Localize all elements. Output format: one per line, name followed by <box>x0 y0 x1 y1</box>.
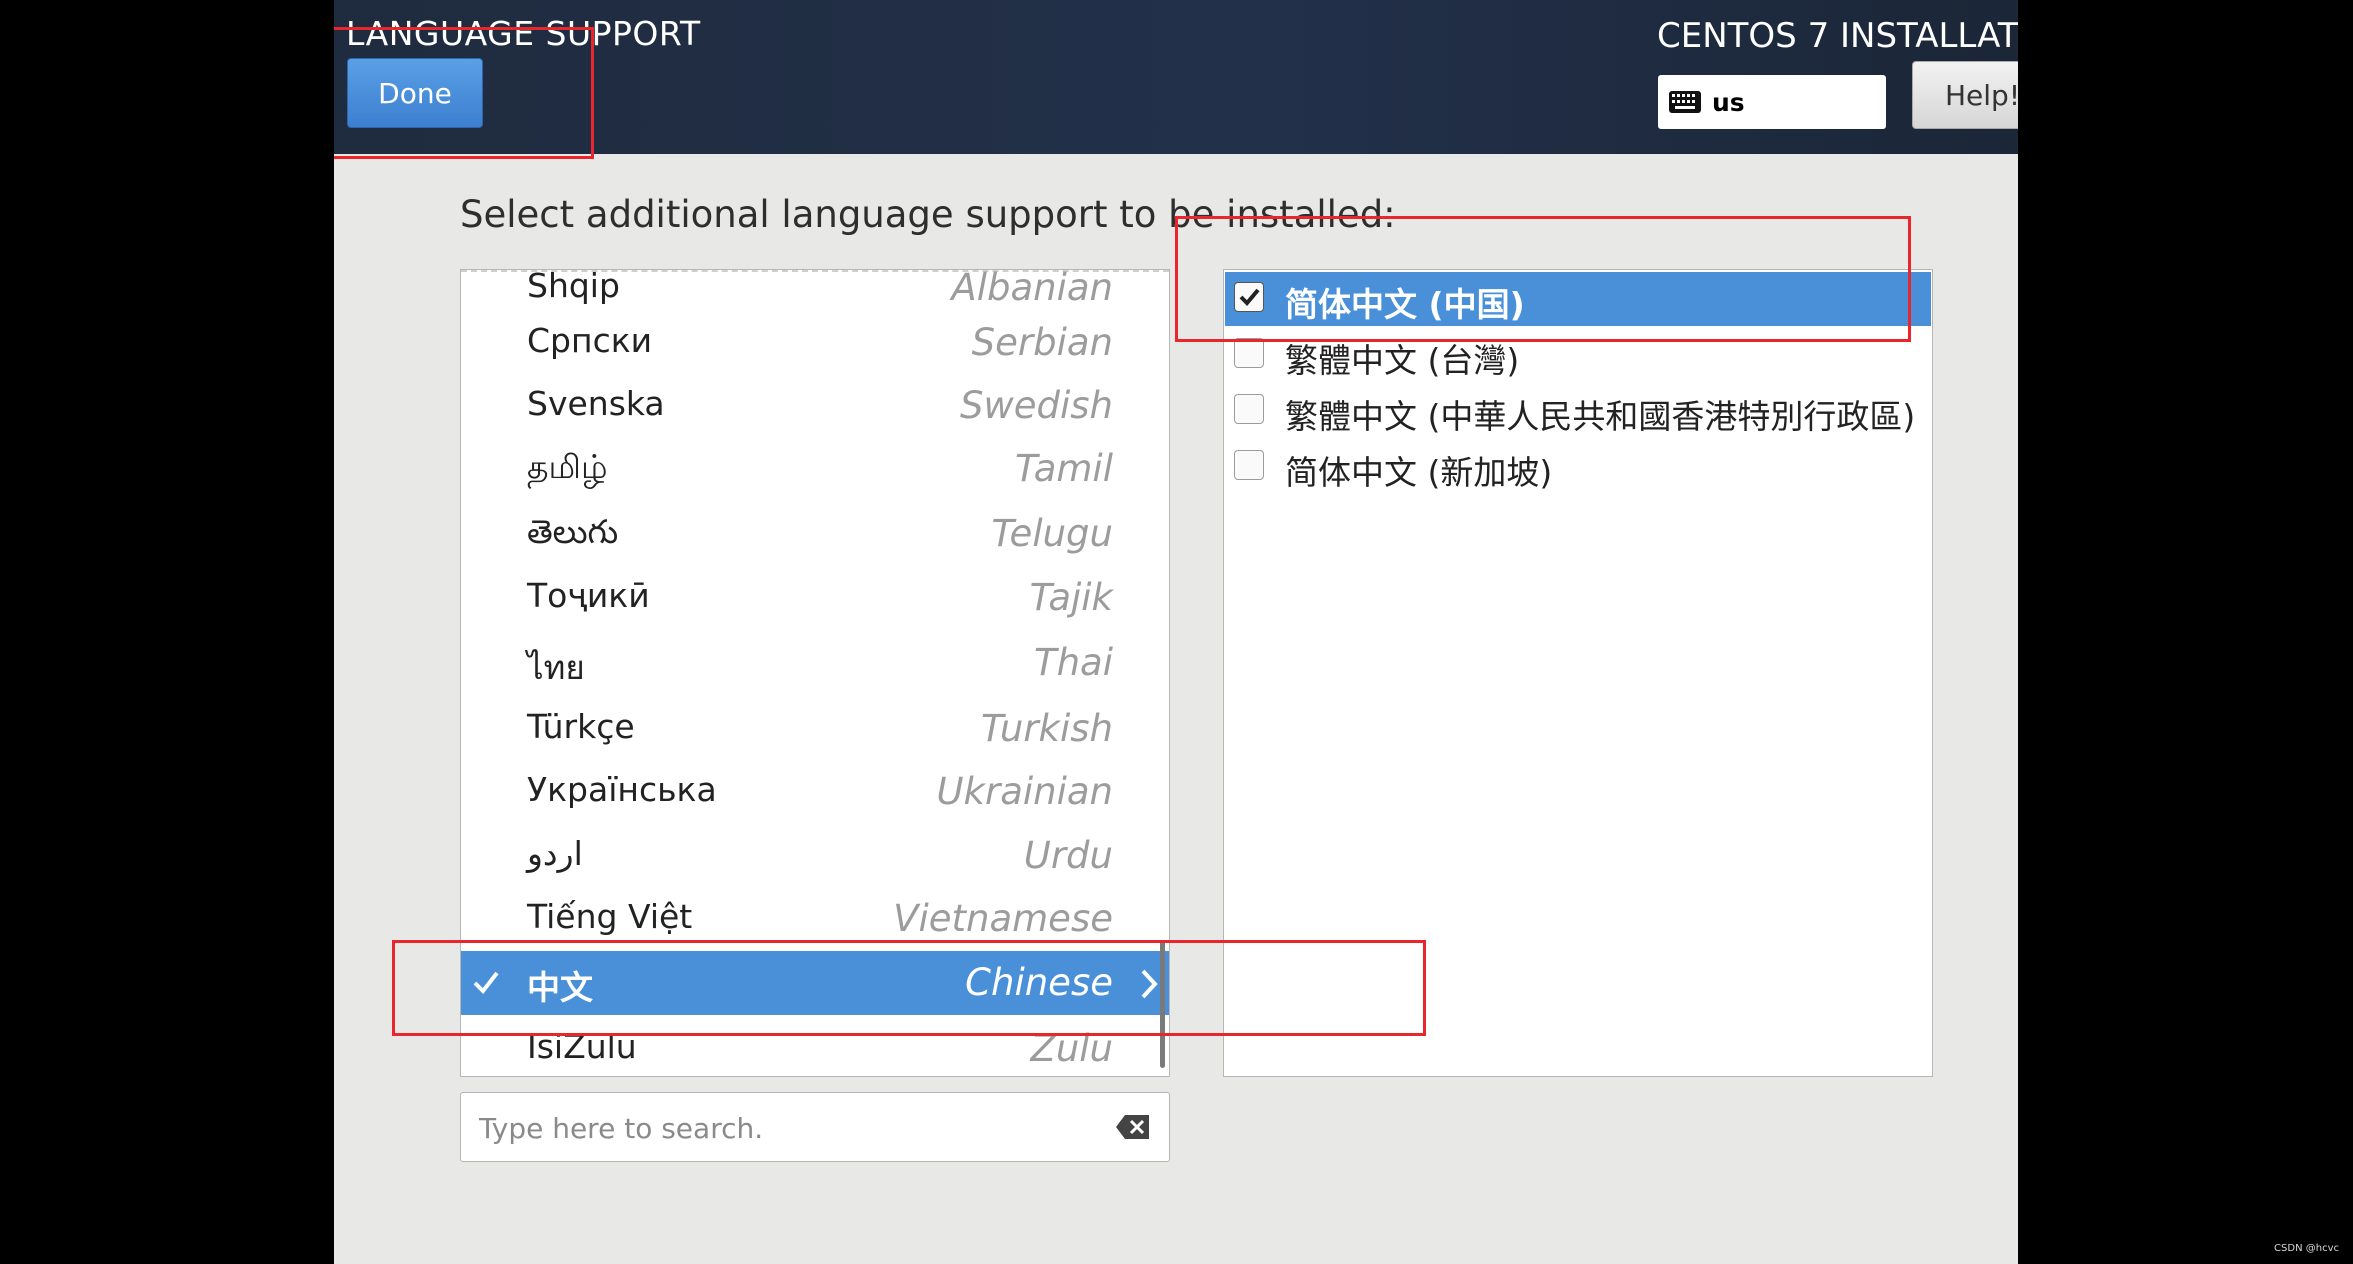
watermark: CSDN @hcvc <box>2274 1243 2339 1254</box>
language-english-name: Tajik <box>1029 576 1113 619</box>
language-english-name: Swedish <box>959 384 1113 427</box>
language-list[interactable]: Shqip Albanian Српски Serbian Svenska Swedish… <box>460 269 1170 1077</box>
language-english-name: Zulu <box>1030 1027 1113 1070</box>
language-native-name: ไทย <box>527 648 585 687</box>
locale-label: 繁體中文 (台灣) <box>1285 341 1520 380</box>
chevron-right-icon <box>1141 969 1158 999</box>
language-native-name: اردو <box>527 834 583 873</box>
locale-checkbox[interactable] <box>1234 394 1264 424</box>
locale-checkbox[interactable] <box>1234 450 1264 480</box>
backspace-icon[interactable] <box>1115 1113 1151 1141</box>
language-native-name: Тоҷикӣ <box>527 576 650 615</box>
language-row[interactable]: Тоҷикӣ Tajik <box>461 566 1169 630</box>
language-native-name: Українська <box>527 770 717 809</box>
language-native-name: Српски <box>527 321 653 360</box>
language-row[interactable]: తెలుగు Telugu <box>461 502 1169 566</box>
language-native-name: Svenska <box>527 384 665 423</box>
locale-row[interactable]: 简体中文 (新加坡) <box>1225 440 1931 494</box>
locale-label: 繁體中文 (中華人民共和國香港特別行政區) <box>1285 397 1916 436</box>
search-box[interactable] <box>460 1092 1170 1162</box>
language-row[interactable]: Tiếng Việt Vietnamese <box>461 887 1169 951</box>
product-title: CENTOS 7 INSTALLATIO <box>1657 16 2018 56</box>
locale-checkbox[interactable] <box>1234 338 1264 368</box>
header-bar: LANGUAGE SUPPORT Done CENTOS 7 INSTALLAT… <box>334 0 2018 154</box>
language-english-name: Urdu <box>1023 834 1113 877</box>
language-row[interactable]: Svenska Swedish <box>461 374 1169 438</box>
language-native-name: தமிழ் <box>527 447 608 486</box>
language-row[interactable]: Türkçe Turkish <box>461 697 1169 761</box>
language-row[interactable]: ไทย Thai <box>461 631 1169 695</box>
locale-list[interactable]: 简体中文 (中国) 繁體中文 (台灣) 繁體中文 (中華人民共和國香港特別行政區) 简… <box>1223 269 1933 1077</box>
language-row[interactable]: Українська Ukrainian <box>461 760 1169 824</box>
language-english-name: Telugu <box>991 512 1113 555</box>
checkmark-icon <box>1239 288 1260 306</box>
instruction-text: Select additional language support to be… <box>460 193 1396 236</box>
keyboard-layout-label: us <box>1712 87 1745 117</box>
language-row[interactable]: தமிழ் Tamil <box>461 437 1169 501</box>
locale-row[interactable]: 繁體中文 (台灣) <box>1225 328 1931 382</box>
check-icon <box>473 971 499 995</box>
language-native-name: Shqip <box>527 269 620 305</box>
locale-label: 简体中文 (新加坡) <box>1285 453 1553 492</box>
language-native-name: IsiZulu <box>527 1027 637 1066</box>
language-list-scrollbar[interactable] <box>1160 940 1165 1068</box>
done-button[interactable]: Done <box>347 58 483 128</box>
language-english-name: Ukrainian <box>936 770 1113 813</box>
language-english-name: Albanian <box>951 269 1113 309</box>
language-english-name: Turkish <box>981 707 1113 750</box>
keyboard-layout-indicator[interactable]: us <box>1658 75 1886 129</box>
language-english-name: Chinese <box>965 961 1113 1004</box>
language-english-name: Serbian <box>971 321 1113 364</box>
language-native-name: 中文 <box>527 968 593 1007</box>
language-english-name: Vietnamese <box>893 897 1113 940</box>
installer-screen: LANGUAGE SUPPORT Done CENTOS 7 INSTALLAT… <box>334 0 2018 1264</box>
language-row[interactable]: 中文 Chinese <box>461 951 1169 1015</box>
language-english-name: Tamil <box>1015 447 1113 490</box>
search-input[interactable] <box>477 1107 1081 1149</box>
help-button[interactable]: Help! <box>1912 61 2018 129</box>
keyboard-icon <box>1669 91 1701 113</box>
language-row[interactable]: IsiZulu Zulu <box>461 1017 1169 1076</box>
language-row[interactable]: اردو Urdu <box>461 824 1169 888</box>
language-native-name: తెలుగు <box>527 512 619 551</box>
language-native-name: Türkçe <box>527 707 635 746</box>
locale-label: 简体中文 (中国) <box>1285 285 1525 324</box>
locale-checkbox[interactable] <box>1234 282 1264 312</box>
spoke-title: LANGUAGE SUPPORT <box>346 14 701 53</box>
language-native-name: Tiếng Việt <box>527 897 693 936</box>
locale-row[interactable]: 简体中文 (中国) <box>1225 272 1931 326</box>
locale-row[interactable]: 繁體中文 (中華人民共和國香港特別行政區) <box>1225 384 1931 438</box>
language-row[interactable]: Српски Serbian <box>461 311 1169 375</box>
language-english-name: Thai <box>1033 641 1113 684</box>
